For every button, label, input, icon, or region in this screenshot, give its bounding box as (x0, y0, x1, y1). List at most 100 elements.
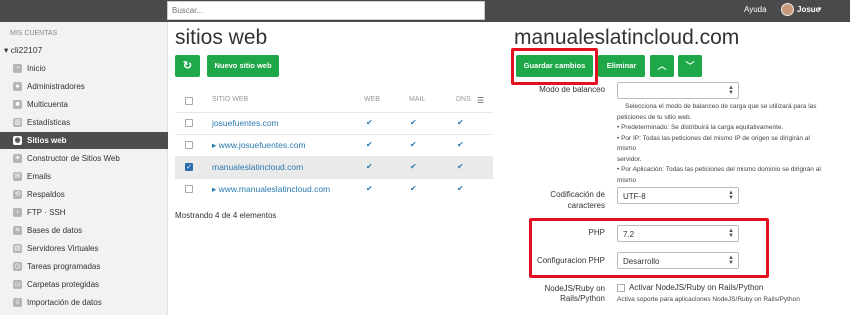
encoding-label: Codificación de caracteres (550, 190, 605, 210)
sidebar-item-label: Sitios web (27, 136, 67, 145)
php-label: PHP (588, 228, 605, 237)
user-menu[interactable]: Josue (797, 5, 820, 14)
select-arrows-icon: ▲ ▼ (728, 85, 734, 96)
import-icon: ⇩ (13, 298, 22, 307)
col-mail[interactable]: MAIL (409, 96, 425, 103)
folder-icon: ▭ (13, 280, 22, 289)
site-title: manualeslatincloud.com (514, 26, 740, 49)
sidebar: MIS CUENTAS ▾ cli22107 ◔ Inicio ● Administr… (0, 22, 168, 315)
help-link[interactable]: Ayuda (744, 5, 767, 14)
database-icon: ≡ (13, 226, 22, 235)
description-line: • Predeterminado: Se distribuirá la carg… (617, 124, 784, 131)
select-arrows-icon: ▲ ▼ (728, 255, 734, 266)
mail-status-icon: ✔ (410, 118, 417, 127)
select-arrows-icon: ▲ ▼ (728, 228, 734, 239)
highlight-save (511, 48, 598, 85)
globe-icon: ◉ (13, 136, 22, 145)
sidebar-item[interactable]: ▥ Estadísticas (0, 114, 168, 131)
mail-status-icon: ✔ (410, 184, 417, 193)
refresh-button[interactable]: ↻ (175, 55, 200, 77)
sidebar-item-label: Estadísticas (27, 118, 71, 127)
description-line: • Por Aplicación: Todas las peticiones d… (617, 166, 821, 184)
php-select[interactable]: 7.2 ▲ ▼ (617, 225, 739, 242)
avatar[interactable] (781, 3, 794, 16)
site-link[interactable]: josuefuentes.com (212, 118, 279, 128)
mail-status-icon: ✔ (410, 140, 417, 149)
move-down-button[interactable]: ﹀ (678, 55, 702, 77)
columns-menu-icon[interactable]: ☰ (477, 96, 484, 105)
sidebar-item[interactable]: ◔ Inicio (0, 60, 168, 77)
sidebar-item[interactable]: ≡ Bases de datos (0, 222, 168, 239)
sidebar-item[interactable]: ▭ Carpetas protegidas (0, 276, 168, 293)
node-description: Activa soporte para aplicaciones NodeJS/… (617, 296, 800, 303)
node-label: NodeJS/Ruby on Rails/Python (544, 284, 605, 303)
select-all-checkbox[interactable] (185, 97, 193, 105)
sidebar-account[interactable]: ▾ cli22107 (4, 45, 42, 56)
clock-icon: ◷ (13, 262, 22, 271)
sidebar-item[interactable]: ◷ Tareas programadas (0, 258, 168, 275)
sidebar-item[interactable]: ⇩ Importación de datos (0, 294, 168, 311)
sidebar-item[interactable]: ✦ Constructor de Sitios Web (0, 150, 168, 167)
php-config-select[interactable]: Desarrollo ▲ ▼ (617, 252, 739, 269)
row-checkbox[interactable] (185, 141, 193, 149)
page-title: sitios web (175, 26, 268, 49)
sidebar-item-label: Inicio (27, 64, 46, 73)
col-dns[interactable]: DNS (456, 96, 471, 103)
caret-down-icon: ▾ (4, 45, 9, 55)
node-checkbox-label[interactable]: Activar NodeJS/Ruby on Rails/Python (629, 283, 763, 292)
dns-status-icon: ✔ (457, 162, 464, 171)
encoding-select[interactable]: UTF-8 ▲ ▼ (617, 187, 739, 204)
sidebar-item[interactable]: ◉ Sitios web (0, 132, 168, 149)
refresh-icon: ↻ (182, 60, 193, 72)
sidebar-item[interactable]: › FTP · SSH (0, 204, 168, 221)
sidebar-item[interactable]: ✉ Emails (0, 168, 168, 185)
search-input[interactable] (167, 1, 485, 20)
row-checkbox[interactable] (185, 185, 193, 193)
web-status-icon: ✔ (366, 140, 373, 149)
new-site-button[interactable]: Nuevo sitio web (207, 55, 279, 77)
dashboard-icon: ◔ (13, 64, 22, 73)
balance-description: Selecciona el modo de balanceo de carga … (617, 102, 822, 197)
move-up-button[interactable]: ︿ (650, 55, 674, 77)
sidebar-item-label: Tareas programadas (27, 262, 101, 271)
sidebar-item-label: Emails (27, 172, 52, 181)
top-bar: Ayuda Josue ▾ (0, 0, 850, 22)
site-link[interactable]: ▸ www.manualeslatincloud.com (212, 184, 330, 195)
balance-select[interactable]: ▲ ▼ (617, 82, 739, 99)
balance-label: Modo de balanceo (539, 85, 605, 94)
chart-icon: ▥ (13, 118, 22, 127)
web-status-icon: ✔ (366, 162, 373, 171)
sidebar-item-label: Carpetas protegidas (27, 280, 100, 289)
select-arrows-icon: ▲ ▼ (728, 190, 734, 201)
description-line: peticiones de tu sitio web. (617, 113, 692, 121)
sidebar-item-label: FTP · SSH (27, 208, 66, 217)
description-line: • Por IP: Todas las peticiones del mismo… (617, 134, 810, 153)
site-link[interactable]: ▸ www.josuefuentes.com (212, 140, 306, 151)
web-status-icon: ✔ (366, 184, 373, 193)
col-web[interactable]: WEB (364, 96, 380, 103)
sidebar-item-label: Respaldos (27, 190, 65, 199)
sidebar-item[interactable]: ⟲ Respaldos (0, 186, 168, 203)
sidebar-item-label: Administradores (27, 82, 85, 91)
sidebar-item[interactable]: ● Administradores (0, 78, 168, 95)
description-line: Selecciona el modo de balanceo de carga … (625, 103, 817, 110)
sidebar-item[interactable]: ▤ Servidores Virtuales (0, 240, 168, 257)
chevron-down-icon[interactable]: ▾ (818, 5, 822, 13)
web-status-icon: ✔ (366, 118, 373, 127)
builder-icon: ✦ (13, 154, 22, 163)
list-footer: Mostrando 4 de 4 elementos (175, 211, 277, 220)
delete-button[interactable]: Eliminar (598, 55, 645, 77)
terminal-icon: › (13, 208, 22, 217)
user-icon: ● (13, 82, 22, 91)
dns-status-icon: ✔ (457, 140, 464, 149)
col-site[interactable]: SITIO WEB (212, 96, 248, 103)
row-checkbox[interactable]: ✓ (185, 163, 193, 171)
site-link[interactable]: manualeslatincloud.com (212, 162, 303, 172)
php-config-label: Configuracion PHP (536, 256, 605, 265)
mail-icon: ✉ (13, 172, 22, 181)
node-checkbox[interactable] (617, 284, 625, 292)
sidebar-section-title: MIS CUENTAS (10, 30, 58, 37)
row-checkbox[interactable] (185, 119, 193, 127)
sidebar-item[interactable]: ■ Multicuenta (0, 96, 168, 113)
backup-icon: ⟲ (13, 190, 22, 199)
